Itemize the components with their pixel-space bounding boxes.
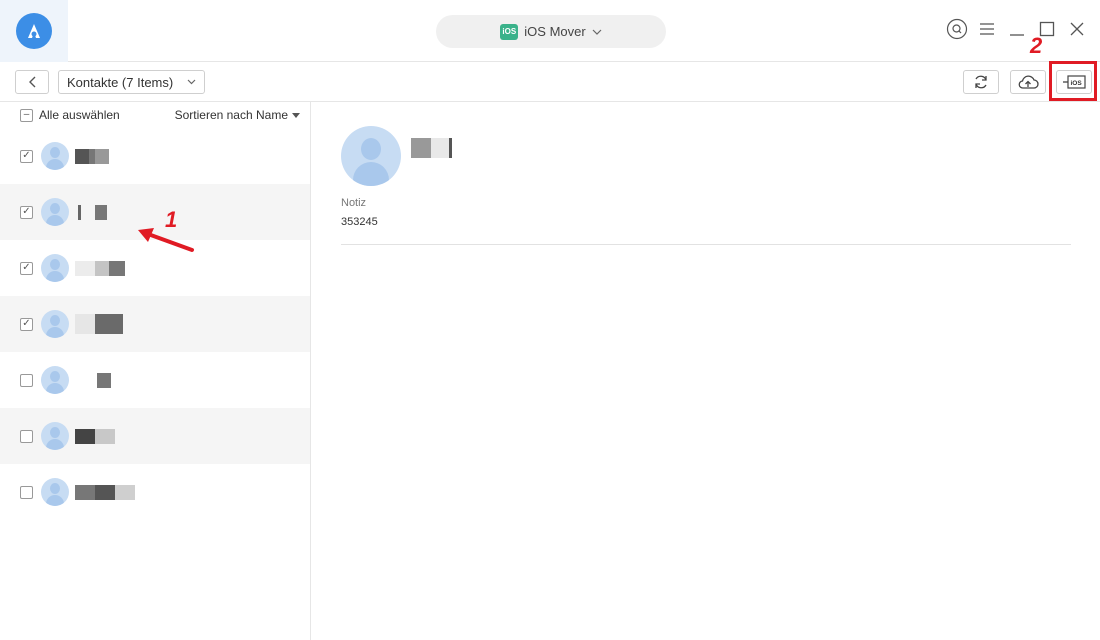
note-label: Notiz xyxy=(341,197,367,209)
toolbar: Kontakte (7 Items) iOS xyxy=(0,62,1100,102)
search-icon xyxy=(946,18,968,40)
title-bar: iOS iOS Mover xyxy=(0,0,1100,62)
contact-row[interactable]: ✓ xyxy=(0,296,310,352)
contacts-list-panel: – Alle auswählen Sortieren nach Name ✓ ✓… xyxy=(0,102,311,640)
contact-name-redacted xyxy=(75,204,107,220)
contact-name-redacted xyxy=(75,148,109,164)
minimize-button[interactable] xyxy=(1006,18,1028,40)
ios-badge-icon: iOS xyxy=(500,23,519,40)
contact-checkbox[interactable] xyxy=(20,485,33,499)
chevron-down-icon xyxy=(592,29,602,35)
checkbox-indeterminate: – xyxy=(20,108,33,122)
select-all-label: Alle auswählen xyxy=(39,108,120,122)
contact-checkbox[interactable]: ✓ xyxy=(20,205,33,219)
annotation-highlight-box xyxy=(1049,61,1097,101)
contact-detail-panel: Notiz 353245 xyxy=(311,102,1100,640)
device-name: iOS Mover xyxy=(524,24,586,39)
avatar xyxy=(41,254,69,282)
search-button[interactable] xyxy=(946,18,968,40)
contact-checkbox[interactable] xyxy=(20,373,33,387)
contact-checkbox[interactable]: ✓ xyxy=(20,261,33,275)
contact-name-redacted xyxy=(75,260,125,276)
contact-avatar-large xyxy=(341,126,401,186)
contact-checkbox[interactable]: ✓ xyxy=(20,317,33,331)
category-dropdown[interactable]: Kontakte (7 Items) xyxy=(58,70,205,94)
refresh-button[interactable] xyxy=(963,70,999,94)
avatar xyxy=(41,198,69,226)
contact-row[interactable] xyxy=(0,464,310,520)
list-header: – Alle auswählen Sortieren nach Name xyxy=(0,102,310,128)
contact-name-redacted xyxy=(75,314,123,334)
cloud-upload-button[interactable] xyxy=(1010,70,1046,94)
refresh-icon xyxy=(975,75,987,89)
back-button[interactable] xyxy=(15,70,49,94)
chevron-down-icon xyxy=(187,79,196,85)
minimize-icon xyxy=(1010,34,1024,36)
avatar xyxy=(41,366,69,394)
avatar xyxy=(41,310,69,338)
chevron-left-icon xyxy=(29,76,36,88)
contact-checkbox[interactable] xyxy=(20,429,33,443)
select-all-checkbox[interactable]: – Alle auswählen xyxy=(20,108,120,122)
sort-dropdown[interactable]: Sortieren nach Name xyxy=(175,108,300,122)
avatar xyxy=(41,422,69,450)
caret-down-icon xyxy=(292,112,300,118)
menu-button[interactable] xyxy=(976,18,998,40)
device-selector[interactable]: iOS iOS Mover xyxy=(436,15,666,48)
contact-row[interactable] xyxy=(0,408,310,464)
contact-name-redacted xyxy=(75,372,111,388)
note-value: 353245 xyxy=(341,216,378,228)
category-label: Kontakte (7 Items) xyxy=(67,74,174,90)
avatar xyxy=(41,478,69,506)
menu-icon xyxy=(980,23,994,35)
contact-name-redacted xyxy=(75,428,115,444)
window-controls xyxy=(946,18,1088,40)
contact-checkbox[interactable]: ✓ xyxy=(20,149,33,163)
annotation-2: 2 xyxy=(1030,33,1043,58)
contact-row[interactable]: ✓ xyxy=(0,128,310,184)
contact-name-redacted xyxy=(75,484,135,500)
contact-row[interactable] xyxy=(0,352,310,408)
contact-name-redacted xyxy=(411,138,452,158)
avatar xyxy=(41,142,69,170)
sort-label: Sortieren nach Name xyxy=(174,108,288,122)
divider xyxy=(341,244,1071,245)
close-icon xyxy=(1070,22,1084,36)
cloud-upload-icon xyxy=(1018,75,1039,89)
annotation-arrow-icon xyxy=(138,228,194,252)
app-logo-area xyxy=(0,0,68,62)
app-logo-icon xyxy=(16,13,52,49)
close-button[interactable] xyxy=(1066,18,1088,40)
